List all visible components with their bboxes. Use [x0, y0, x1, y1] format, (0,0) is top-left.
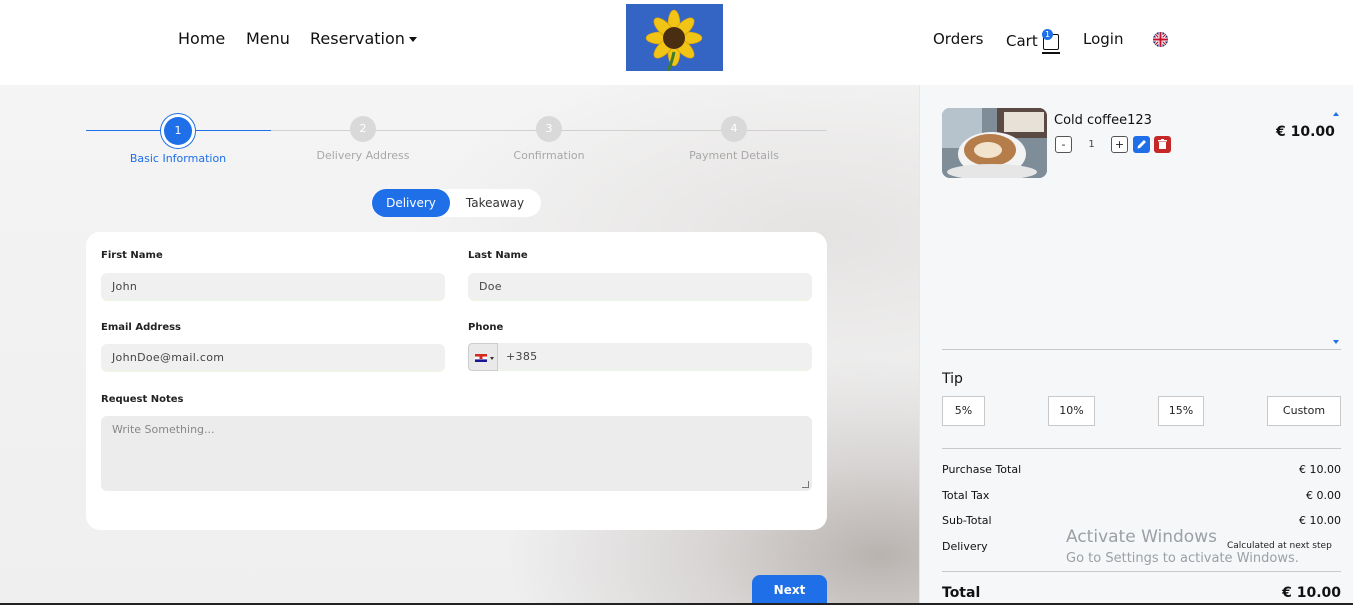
cart-item-name: Cold coffee123 — [1054, 113, 1152, 128]
sunflower-logo[interactable] — [626, 4, 723, 71]
step-2-circle[interactable]: 2 — [350, 116, 376, 142]
takeaway-toggle-button[interactable]: Takeaway — [457, 189, 533, 217]
tip-15-button[interactable]: 15% — [1158, 396, 1204, 426]
scroll-up-icon[interactable] — [1333, 112, 1339, 116]
total-value: € 10.00 — [1282, 585, 1341, 601]
language-flag-svg — [1153, 32, 1168, 47]
next-button[interactable]: Next — [752, 575, 827, 605]
nav-reservation-label: Reservation — [310, 29, 405, 48]
nav-login-link[interactable]: Login — [1083, 30, 1123, 48]
notes-placeholder: Write Something... — [112, 423, 215, 436]
request-notes-label: Request Notes — [101, 394, 184, 405]
last-name-label: Last Name — [468, 250, 528, 261]
step-4-circle[interactable]: 4 — [721, 116, 747, 142]
first-name-label: First Name — [101, 250, 163, 261]
cart-underline — [1042, 52, 1060, 54]
tip-5-button[interactable]: 5% — [942, 396, 985, 426]
delete-item-button[interactable] — [1154, 136, 1171, 153]
total-label: Total — [942, 585, 981, 601]
total-tax-label: Total Tax — [942, 489, 990, 502]
caret-down-icon — [408, 37, 417, 42]
step-1-circle[interactable]: 1 — [164, 117, 192, 145]
phone-input[interactable]: +385 — [506, 350, 537, 363]
increase-quantity-button[interactable]: + — [1111, 136, 1128, 153]
trash-icon — [1158, 139, 1167, 149]
last-name-input[interactable]: Doe — [468, 273, 812, 301]
activate-windows-subtitle: Go to Settings to activate Windows. — [1066, 551, 1299, 566]
delivery-label: Delivery — [942, 540, 988, 553]
basic-info-form: First Name John Last Name Doe Email Addr… — [86, 232, 827, 530]
purchase-total-value: € 10.00 — [1299, 463, 1341, 476]
email-input[interactable]: JohnDoe@mail.com — [101, 344, 445, 372]
cold-coffee-image — [942, 108, 1047, 178]
cart-divider — [942, 349, 1341, 350]
activate-windows-title: Activate Windows — [1066, 527, 1217, 547]
subtotal-label: Sub-Total — [942, 514, 992, 527]
sunflower-icon — [626, 4, 723, 71]
step-3-circle[interactable]: 3 — [536, 116, 562, 142]
cart-count-badge: 1 — [1042, 29, 1053, 40]
phone-field[interactable]: +385 — [468, 343, 812, 371]
delivery-value: Calculated at next step — [1227, 541, 1332, 551]
purchase-total-label: Purchase Total — [942, 463, 1022, 476]
order-type-toggle: Delivery Takeaway — [371, 189, 541, 217]
cart-item-price: € 10.00 — [1276, 124, 1335, 140]
pencil-icon — [1137, 140, 1146, 149]
uk-flag-icon[interactable] — [1153, 32, 1168, 47]
nav-orders-link[interactable]: Orders — [933, 30, 983, 48]
coffee-cup-picture — [942, 108, 1047, 178]
nav-cart-link[interactable]: Cart — [1006, 32, 1038, 50]
subtotal-value: € 10.00 — [1299, 514, 1341, 527]
site-header: Home Menu Reservation Orders Cart 1 Logi… — [0, 0, 1353, 85]
total-tax-value: € 0.00 — [1306, 489, 1341, 502]
request-notes-textarea[interactable]: Write Something... — [101, 416, 812, 491]
step-1-label: Basic Information — [129, 152, 227, 165]
delivery-toggle-button[interactable]: Delivery — [372, 189, 450, 217]
tip-10-button[interactable]: 10% — [1048, 396, 1095, 426]
nav-reservation-dropdown[interactable]: Reservation — [310, 29, 417, 48]
country-code-selector[interactable] — [468, 343, 498, 371]
scroll-down-icon[interactable] — [1333, 340, 1339, 344]
nav-home-link[interactable]: Home — [178, 29, 225, 48]
croatia-flag-icon — [475, 354, 487, 362]
step-3-label: Confirmation — [513, 149, 585, 162]
first-name-input[interactable]: John — [101, 273, 445, 301]
edit-item-button[interactable] — [1133, 136, 1150, 153]
summary-divider — [942, 571, 1341, 572]
item-quantity[interactable]: 1 — [1073, 136, 1110, 153]
tip-custom-button[interactable]: Custom — [1267, 396, 1341, 426]
caret-down-icon — [490, 357, 494, 360]
step-4-label: Payment Details — [689, 149, 779, 162]
nav-menu-link[interactable]: Menu — [246, 29, 290, 48]
phone-label: Phone — [468, 322, 504, 333]
resize-handle-icon[interactable] — [802, 481, 809, 488]
decrease-quantity-button[interactable]: - — [1055, 136, 1072, 153]
email-label: Email Address — [101, 322, 182, 333]
step-2-label: Delivery Address — [316, 149, 410, 162]
tip-divider — [942, 448, 1341, 449]
tip-title: Tip — [942, 371, 963, 387]
